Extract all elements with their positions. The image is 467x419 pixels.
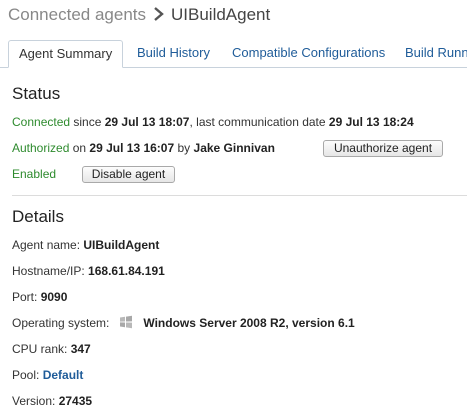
since-label: since — [73, 115, 102, 129]
os-label: Operating system: — [12, 316, 110, 330]
last-communication-date: 29 Jul 13 18:24 — [328, 115, 414, 129]
cpu-rank-value: 347 — [70, 342, 91, 356]
connected-state: Connected — [12, 115, 71, 129]
port-value: 9090 — [40, 290, 68, 304]
enabled-line: Enabled — [12, 164, 56, 184]
hostname-row: Hostname/IP: 168.61.84.191 — [12, 261, 165, 281]
tab-compatible-configurations[interactable]: Compatible Configurations — [232, 40, 385, 67]
hostname-value: 168.61.84.191 — [88, 264, 165, 278]
cpu-rank-row: CPU rank: 347 — [12, 339, 91, 359]
disable-agent-button[interactable]: Disable agent — [82, 166, 175, 183]
section-divider — [12, 195, 467, 196]
pool-label: Pool: — [12, 368, 40, 382]
authorized-by-user: Jake Ginnivan — [193, 141, 275, 155]
windows-icon — [120, 315, 133, 329]
tab-build-history[interactable]: Build History — [137, 40, 210, 67]
breadcrumb: Connected agents UIBuildAgent — [8, 4, 270, 26]
agent-name-value: UIBuildAgent — [83, 238, 160, 252]
os-value: Windows Server 2008 R2, version 6.1 — [143, 316, 355, 330]
enabled-state: Enabled — [12, 167, 57, 181]
pool-row: Pool: Default — [12, 365, 83, 385]
version-value: 27435 — [58, 394, 93, 408]
agent-name-label: Agent name: — [12, 238, 81, 252]
last-communication-label: , last communication date — [189, 115, 326, 129]
breadcrumb-connected-agents-link[interactable]: Connected agents — [8, 5, 146, 24]
cpu-rank-label: CPU rank: — [12, 342, 68, 356]
authorized-date: 29 Jul 13 16:07 — [89, 141, 175, 155]
port-row: Port: 9090 — [12, 287, 67, 307]
tab-bar: Agent Summary Build History Compatible C… — [0, 40, 467, 68]
pool-link[interactable]: Default — [43, 368, 84, 382]
breadcrumb-current: UIBuildAgent — [171, 5, 271, 24]
unauthorize-agent-button[interactable]: Unauthorize agent — [323, 140, 443, 157]
by-label: by — [177, 141, 191, 155]
tab-build-runners[interactable]: Build Runn — [405, 40, 467, 67]
details-heading: Details — [12, 207, 64, 226]
connected-since: 29 Jul 13 18:07 — [104, 115, 190, 129]
port-label: Port: — [12, 290, 38, 304]
on-label: on — [72, 141, 87, 155]
connected-line: Connected since 29 Jul 13 18:07, last co… — [12, 112, 414, 132]
authorized-state: Authorized — [12, 141, 70, 155]
agent-name-row: Agent name: UIBuildAgent — [12, 235, 159, 255]
authorized-line: Authorized on 29 Jul 13 16:07 by Jake Gi… — [12, 138, 275, 158]
version-label: Version: — [12, 394, 56, 408]
chevron-right-icon — [154, 7, 164, 21]
hostname-label: Hostname/IP: — [12, 264, 85, 278]
tab-agent-summary[interactable]: Agent Summary — [8, 40, 124, 68]
version-row: Version: 27435 — [12, 391, 92, 411]
status-heading: Status — [12, 84, 61, 103]
os-row: Operating system: Windows Server 2008 R2,… — [12, 313, 355, 333]
